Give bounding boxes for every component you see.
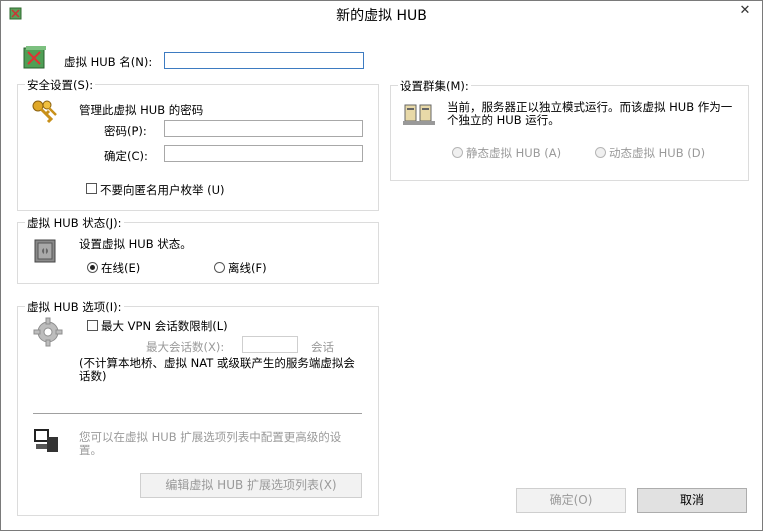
static-hub-label[interactable]: 静态虚拟 HUB (A) xyxy=(466,145,561,161)
dialog-body: 虚拟 HUB 名(N): 安全设置(S): 管理此虚拟 HUB 的密码 密码(P… xyxy=(9,27,754,522)
hub-server-icon xyxy=(21,43,49,74)
dynamic-hub-label[interactable]: 动态虚拟 HUB (D) xyxy=(609,145,705,161)
dynamic-hub-radio[interactable] xyxy=(595,147,606,158)
max-sessions-input[interactable] xyxy=(242,336,298,353)
ext-options-note: 您可以在虚拟 HUB 扩展选项列表中配置更高级的设置。 xyxy=(79,430,342,457)
offline-radio[interactable] xyxy=(214,262,225,273)
gear-icon xyxy=(33,317,63,350)
max-sessions-field-label: 最大会话数(X): xyxy=(146,340,225,354)
online-radio[interactable] xyxy=(87,262,98,273)
hub-name-label: 虚拟 HUB 名(N): xyxy=(64,55,153,69)
cluster-group-label: 设置群集(M): xyxy=(398,78,471,94)
close-icon[interactable]: ✕ xyxy=(730,1,760,21)
cancel-button[interactable]: 取消 xyxy=(637,488,747,513)
anon-enum-label[interactable]: 不要向匿名用户枚举 (U) xyxy=(100,182,225,198)
password-input[interactable] xyxy=(164,120,363,137)
options-group-label: 虚拟 HUB 选项(I): xyxy=(25,299,124,315)
cluster-description: 当前，服务器正以独立模式运行。而该虚拟 HUB 作为一个独立的 HUB 运行。 xyxy=(447,100,733,127)
status-group: 虚拟 HUB 状态(J): xyxy=(17,215,379,284)
anon-enum-checkbox[interactable] xyxy=(86,183,97,194)
offline-label[interactable]: 离线(F) xyxy=(228,260,267,276)
cluster-servers-icon xyxy=(402,99,436,132)
title-bar: 新的虚拟 HUB ✕ xyxy=(1,1,762,27)
edit-ext-options-button[interactable]: 编辑虚拟 HUB 扩展选项列表(X) xyxy=(140,473,362,498)
keys-icon xyxy=(29,97,59,130)
security-group-label: 安全设置(S): xyxy=(25,77,96,93)
ok-button[interactable]: 确定(O) xyxy=(516,488,626,513)
confirm-password-label: 确定(C): xyxy=(104,149,148,163)
dialog-window: 新的虚拟 HUB ✕ 虚拟 HUB 名(N): 安全设置(S): 管理此虚拟 H… xyxy=(0,0,763,531)
max-sessions-label[interactable]: 最大 VPN 会话数限制(L) xyxy=(101,318,228,334)
sessions-note: (不计算本地桥、虚拟 NAT 或级联产生的服务端虚拟会话数) xyxy=(79,356,355,383)
status-group-label: 虚拟 HUB 状态(J): xyxy=(25,215,124,231)
status-heading: 设置虚拟 HUB 状态。 xyxy=(79,237,192,251)
window-title: 新的虚拟 HUB xyxy=(336,8,427,24)
sessions-unit-label: 会话 xyxy=(311,340,334,354)
computer-icon xyxy=(33,427,61,458)
password-label: 密码(P): xyxy=(104,124,147,138)
static-hub-radio[interactable] xyxy=(452,147,463,158)
options-separator xyxy=(33,413,362,414)
max-sessions-checkbox[interactable] xyxy=(87,320,98,331)
safe-icon xyxy=(33,237,59,268)
hub-name-input[interactable] xyxy=(164,52,364,69)
online-label[interactable]: 在线(E) xyxy=(101,260,140,276)
security-heading: 管理此虚拟 HUB 的密码 xyxy=(79,103,204,117)
confirm-password-input[interactable] xyxy=(164,145,363,162)
